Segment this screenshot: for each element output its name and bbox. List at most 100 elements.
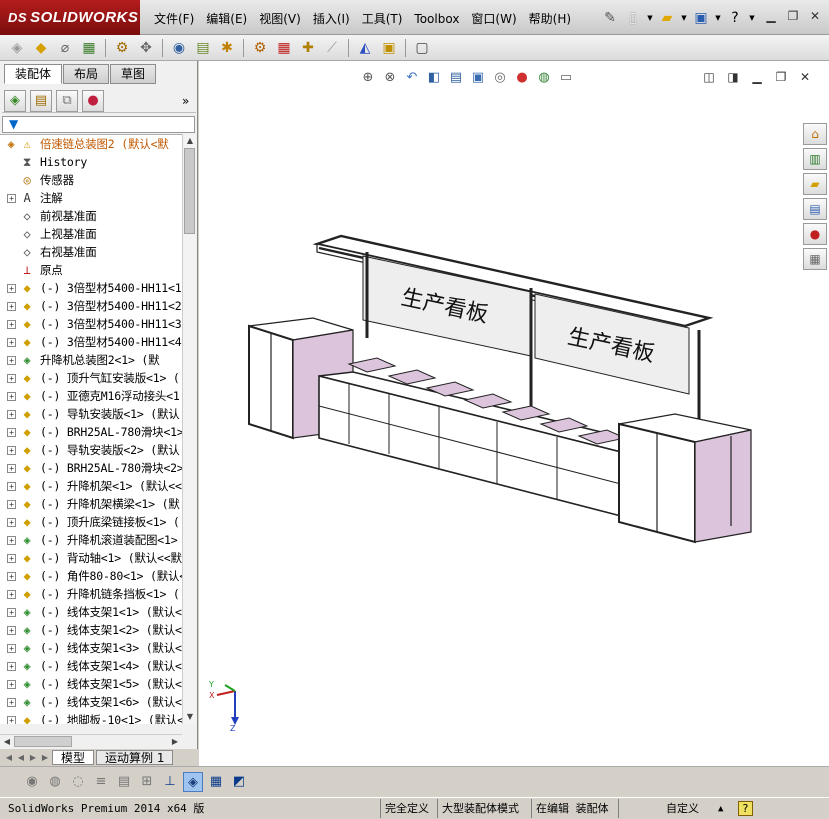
- restore-icon[interactable]: ❐: [785, 8, 801, 24]
- doc-restore-icon[interactable]: ❐: [773, 69, 789, 85]
- tree-node[interactable]: ◇ 上视基准面: [0, 225, 182, 243]
- apply-scene-icon[interactable]: ◍: [535, 69, 553, 87]
- previous-view-icon[interactable]: ↶: [403, 69, 421, 87]
- tree-node[interactable]: ◇ 前视基准面: [0, 207, 182, 225]
- feature-manager-icon[interactable]: ◈: [4, 89, 26, 112]
- graphics-area[interactable]: ⊕ ⊗ ↶ ◧ ▤ ▣ ◎ ● ◍ ▭ ◫ ◨ ▁ ❐ ✕ 生产看板 生产看板 …: [199, 61, 829, 766]
- display-style-icon[interactable]: ◎: [491, 69, 509, 87]
- exploded-view-icon[interactable]: ✚: [297, 38, 319, 58]
- expand-toggle-icon[interactable]: +: [7, 554, 16, 563]
- view-orientation-icon[interactable]: ▣: [469, 69, 487, 87]
- menu-insert[interactable]: 插入(I): [307, 10, 356, 28]
- units-up-icon[interactable]: ▲: [714, 799, 727, 818]
- move-component-icon[interactable]: ✥: [135, 38, 157, 58]
- menu-tools[interactable]: 工具(T): [356, 10, 409, 28]
- shaded-icon[interactable]: ◉: [22, 772, 42, 792]
- tree-node[interactable]: + ◆ (-) 升降机架<1> (默认<<: [0, 477, 182, 495]
- tree-node[interactable]: ⊥ 原点: [0, 261, 182, 279]
- tree-node[interactable]: + ◈ (-) 线体支架1<3> (默认<: [0, 639, 182, 657]
- doc-close-icon[interactable]: ✕: [797, 69, 813, 85]
- expand-toggle-icon[interactable]: +: [7, 536, 16, 545]
- mate-icon[interactable]: ⌀: [54, 38, 76, 58]
- tab-nav-first-icon[interactable]: ◀: [4, 753, 14, 762]
- edit-component-icon[interactable]: ◈: [6, 38, 28, 58]
- expand-toggle-icon[interactable]: +: [7, 698, 16, 707]
- tree-node[interactable]: + ◆ (-) 导轨安装版<2> (默认: [0, 441, 182, 459]
- scroll-thumb[interactable]: [184, 148, 195, 234]
- expand-toggle-icon[interactable]: +: [7, 590, 16, 599]
- tree-node[interactable]: + ◆ (-) 地脚板-10<1> (默认<: [0, 711, 182, 724]
- tab-nav-next-icon[interactable]: ▶: [28, 753, 38, 762]
- dynamic-annotation-icon[interactable]: ▤: [447, 69, 465, 87]
- tree-node[interactable]: + ◈ (-) 线体支架1<2> (默认<: [0, 621, 182, 639]
- open-dropdown-icon[interactable]: ▼: [680, 14, 688, 22]
- close-icon[interactable]: ✕: [807, 8, 823, 24]
- view-settings-icon[interactable]: ▭: [557, 69, 575, 87]
- isometric-view-icon[interactable]: ◈: [183, 771, 203, 792]
- home-icon[interactable]: ⌂: [803, 123, 827, 145]
- expand-toggle-icon[interactable]: +: [7, 302, 16, 311]
- list-icon[interactable]: ≡: [91, 772, 111, 792]
- help-dropdown-icon[interactable]: ▼: [748, 14, 756, 22]
- help-icon[interactable]: ?: [725, 8, 745, 28]
- interference-detection-icon[interactable]: ◭: [354, 38, 376, 58]
- status-units[interactable]: 自定义: [662, 799, 703, 818]
- show-hidden-icon[interactable]: ◉: [168, 38, 190, 58]
- tree-node[interactable]: + ◆ (-) 升降机链条挡板<1> (: [0, 585, 182, 603]
- align-icon[interactable]: ⊞: [137, 772, 157, 792]
- save-icon[interactable]: ▣: [691, 8, 711, 28]
- expand-toggle-icon[interactable]: +: [7, 356, 16, 365]
- section-view-icon[interactable]: ◧: [425, 69, 443, 87]
- bill-of-materials-icon[interactable]: ▦: [273, 38, 295, 58]
- tree-node[interactable]: + ◆ (-) 顶升气缸安装版<1> (: [0, 369, 182, 387]
- tree-node[interactable]: + ◆ (-) 3倍型材5400-HH11<2>: [0, 297, 182, 315]
- zoom-to-area-icon[interactable]: ⊗: [381, 69, 399, 87]
- menu-file[interactable]: 文件(F): [148, 10, 200, 28]
- view-palette-icon[interactable]: ▤: [803, 198, 827, 220]
- split-view-icon[interactable]: ◫: [701, 69, 717, 85]
- scroll-right-icon[interactable]: ▶: [168, 735, 182, 749]
- menu-edit[interactable]: 编辑(E): [200, 10, 253, 28]
- tree-node[interactable]: + ◈ (-) 线体支架1<5> (默认<: [0, 675, 182, 693]
- reference-geometry-icon[interactable]: ✱: [216, 38, 238, 58]
- new-dropdown-icon[interactable]: ▼: [646, 14, 654, 22]
- grid-icon[interactable]: ▤: [114, 772, 134, 792]
- expand-toggle-icon[interactable]: +: [7, 374, 16, 383]
- tab-sketch[interactable]: 草图: [110, 64, 157, 84]
- tree-node[interactable]: ◇ 右视基准面: [0, 243, 182, 261]
- tree-node[interactable]: + A 注解: [0, 189, 182, 207]
- configuration-manager-icon[interactable]: ⧉: [56, 89, 78, 112]
- tree-node[interactable]: ◈ ⚠ 倍速链总装图2 (默认<默: [0, 135, 182, 153]
- more-managers-icon[interactable]: »: [182, 94, 196, 108]
- expand-toggle-icon[interactable]: +: [7, 626, 16, 635]
- tab-assembly[interactable]: 装配体: [4, 64, 63, 84]
- tree-node[interactable]: + ◆ (-) 顶升底梁链接板<1> (: [0, 513, 182, 531]
- clearance-verification-icon[interactable]: ▣: [378, 38, 400, 58]
- scroll-down-icon[interactable]: ▼: [183, 710, 197, 724]
- tree-node[interactable]: ◎ 传感器: [0, 171, 182, 189]
- tree-node[interactable]: + ◆ (-) 亚德克M16浮动接头<1: [0, 387, 182, 405]
- expand-toggle-icon[interactable]: +: [7, 392, 16, 401]
- tree-node[interactable]: + ◈ (-) 线体支架1<6> (默认<: [0, 693, 182, 711]
- tree-node[interactable]: + ◆ (-) 3倍型材5400-HH11<4>: [0, 333, 182, 351]
- expand-toggle-icon[interactable]: +: [7, 644, 16, 653]
- hidden-lines-icon[interactable]: ◍: [45, 772, 65, 792]
- tab-layout[interactable]: 布局: [63, 64, 110, 84]
- edit-appearance-icon[interactable]: ●: [513, 69, 531, 87]
- expand-toggle-icon[interactable]: +: [7, 608, 16, 617]
- tree-node[interactable]: + ◆ (-) 角件80-80<1> (默认<: [0, 567, 182, 585]
- expand-toggle-icon[interactable]: +: [7, 572, 16, 581]
- minimize-icon[interactable]: ▁: [763, 8, 779, 24]
- property-manager-icon[interactable]: ▤: [30, 89, 52, 112]
- tab-model[interactable]: 模型: [52, 750, 95, 765]
- open-icon[interactable]: ▰: [657, 8, 677, 28]
- tree-vertical-scrollbar[interactable]: ▲ ▼: [182, 134, 196, 724]
- dimension-icon[interactable]: ⊥: [160, 772, 180, 792]
- linear-pattern-icon[interactable]: ▦: [78, 38, 100, 58]
- tree-node[interactable]: + ◈ (-) 升降机滚道装配图<1>: [0, 531, 182, 549]
- design-library-icon[interactable]: ▥: [803, 148, 827, 170]
- tree-horizontal-scrollbar[interactable]: ◀ ▶: [0, 734, 182, 748]
- new-motion-study-icon[interactable]: ⚙: [249, 38, 271, 58]
- file-explorer-icon[interactable]: ▰: [803, 173, 827, 195]
- expand-toggle-icon[interactable]: +: [7, 716, 16, 724]
